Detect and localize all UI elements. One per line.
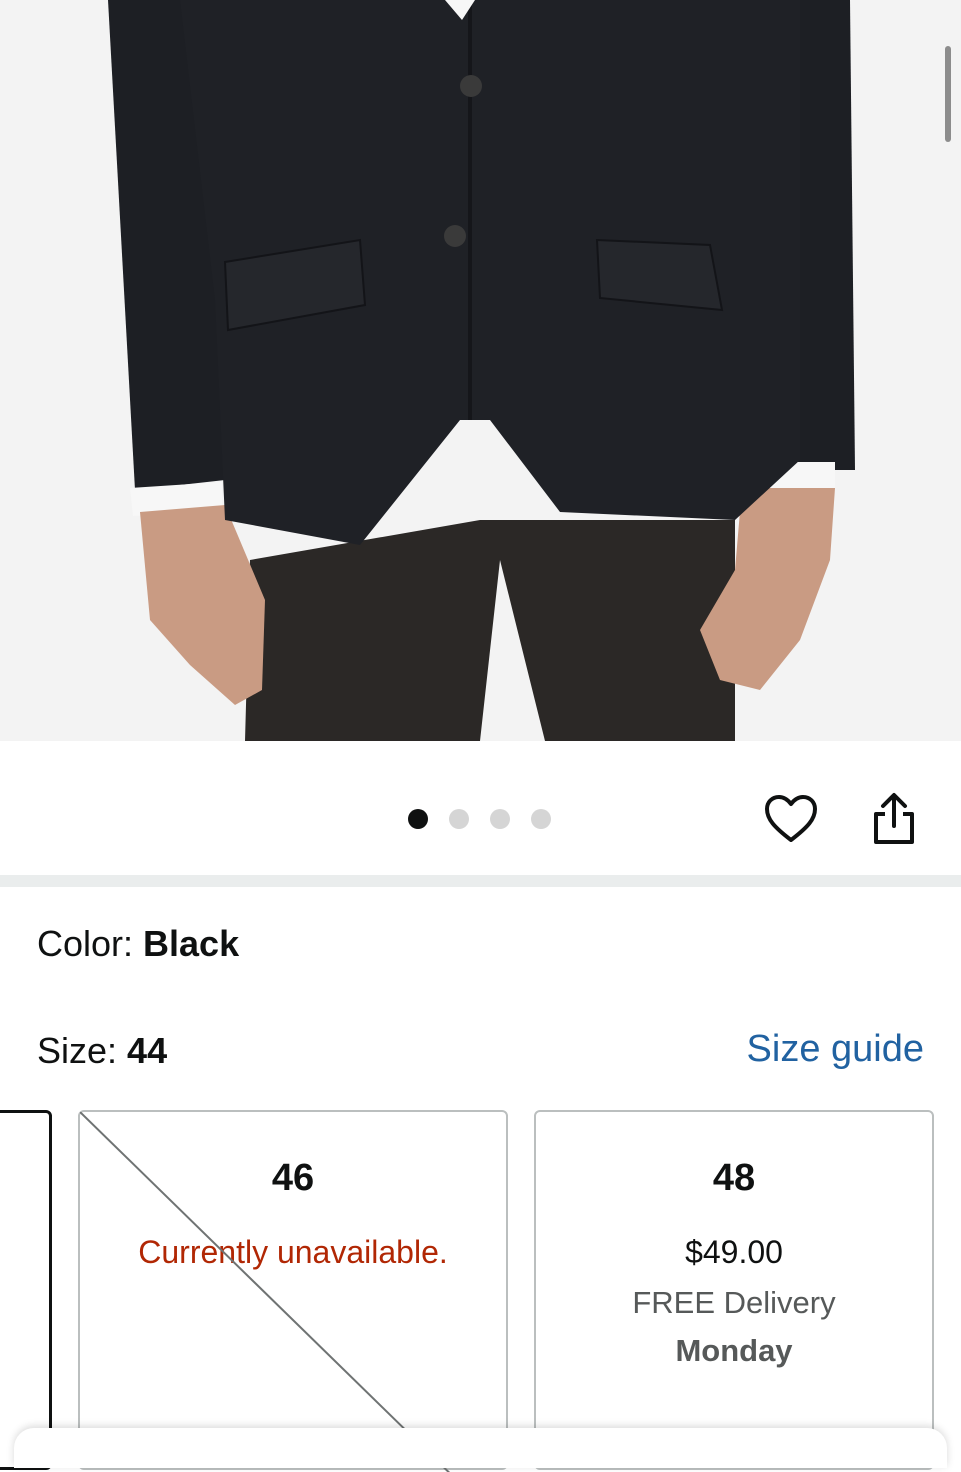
size-value: 44 xyxy=(127,1030,168,1071)
carousel-dot[interactable] xyxy=(490,809,510,829)
bottom-sheet[interactable] xyxy=(14,1428,947,1468)
color-selection: Color: Black xyxy=(37,920,239,968)
image-controls xyxy=(0,741,961,875)
wishlist-button[interactable] xyxy=(763,791,819,847)
heart-icon xyxy=(765,795,817,842)
carousel-dots[interactable] xyxy=(408,809,551,829)
size-guide-link[interactable]: Size guide xyxy=(747,1025,924,1073)
product-image[interactable] xyxy=(0,0,961,741)
product-photo-blazer xyxy=(108,0,855,741)
share-button[interactable] xyxy=(866,791,922,847)
color-label: Color: xyxy=(37,923,144,964)
size-selection: Size: 44 xyxy=(37,1027,167,1075)
carousel-dot[interactable] xyxy=(531,809,551,829)
size-option-price: $49.00 xyxy=(685,1234,783,1270)
scrollbar[interactable] xyxy=(945,46,951,142)
delivery-text: FREE Delivery xyxy=(632,1285,836,1320)
size-label: Size: xyxy=(37,1030,128,1071)
color-value: Black xyxy=(143,923,240,964)
size-option-label: 48 xyxy=(712,1157,756,1199)
section-divider xyxy=(0,875,961,887)
size-option-46[interactable]: 46 Currently unavailable. xyxy=(78,1110,508,1472)
delivery-day: Monday xyxy=(675,1333,793,1368)
share-icon xyxy=(874,793,914,844)
carousel-dot-active[interactable] xyxy=(408,809,428,829)
size-option-48[interactable]: 48 $49.00 FREE Delivery Monday xyxy=(534,1110,934,1470)
carousel-dot[interactable] xyxy=(449,809,469,829)
unavailable-strike xyxy=(80,1112,451,1472)
size-option-selected[interactable] xyxy=(0,1110,52,1470)
